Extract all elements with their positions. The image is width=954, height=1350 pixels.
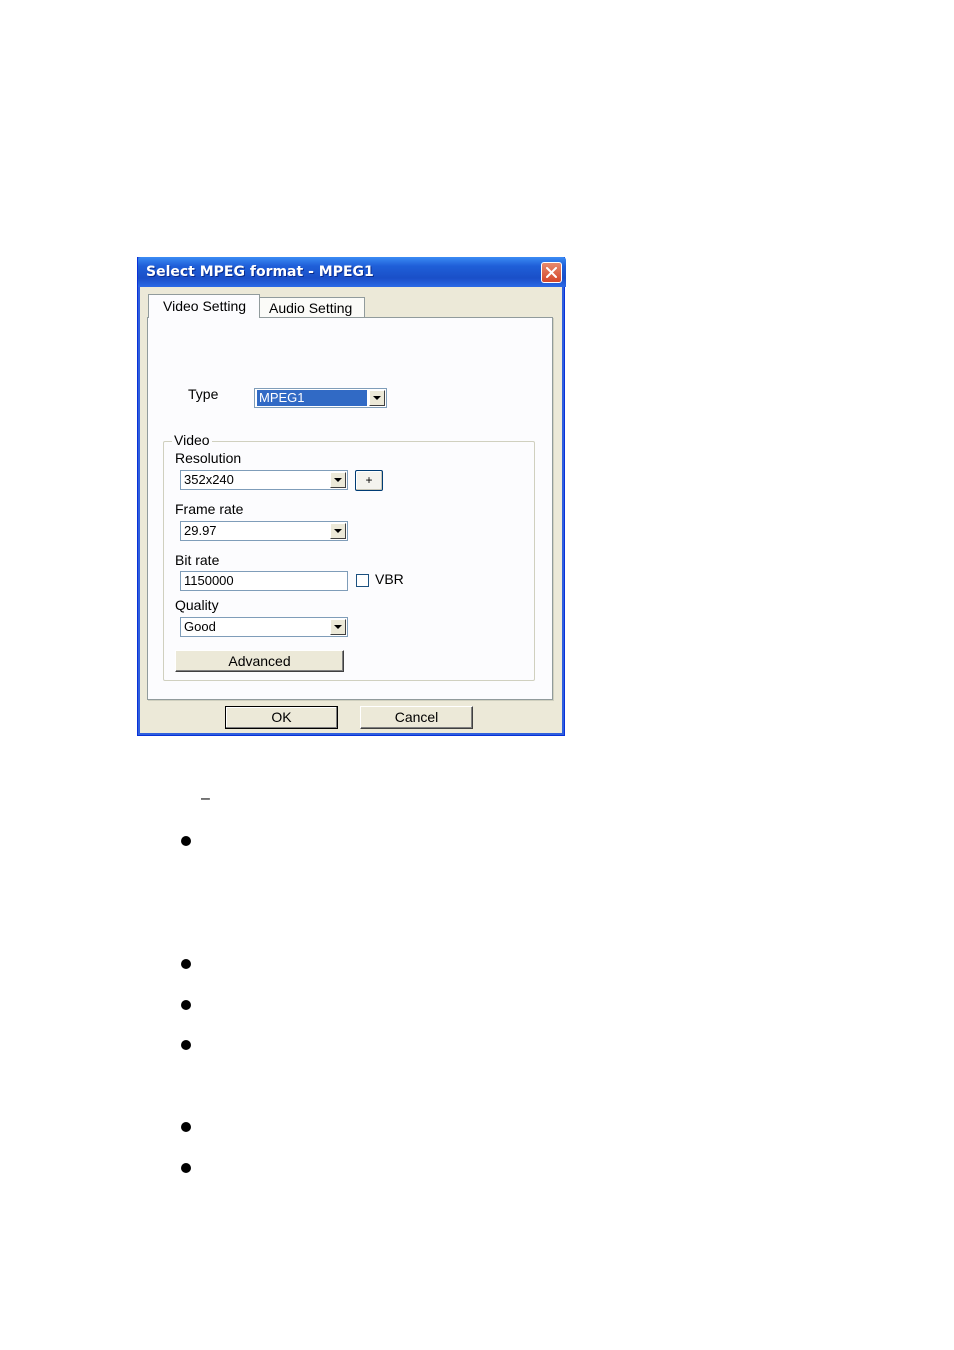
tab-audio-label: Audio Setting	[269, 300, 353, 316]
close-icon	[546, 267, 557, 278]
quality-label: Quality	[175, 597, 219, 613]
framerate-select-value: 29.97	[184, 523, 217, 538]
bullet-3	[181, 1000, 191, 1010]
cancel-button-label: Cancel	[394, 709, 439, 725]
ok-button-label: OK	[271, 709, 292, 725]
framerate-label: Frame rate	[175, 501, 244, 517]
bullet-6	[181, 1163, 191, 1173]
type-select[interactable]: MPEG1	[254, 388, 387, 408]
dialog-title: Select MPEG format - MPEG1	[146, 264, 374, 280]
type-select-value: MPEG1	[257, 390, 367, 406]
quality-dropdown-button[interactable]	[330, 619, 346, 635]
bullet-2	[181, 959, 191, 969]
chevron-down-icon	[334, 625, 342, 629]
bullet-1	[181, 836, 191, 846]
close-button[interactable]	[541, 262, 562, 283]
quality-select-value: Good	[184, 619, 216, 634]
bullet-4	[181, 1040, 191, 1050]
dash-mark: –	[201, 790, 210, 807]
tab-video-label: Video Setting	[163, 298, 247, 314]
bitrate-input[interactable]: 1150000	[180, 571, 348, 591]
resolution-select[interactable]: 352x240	[180, 470, 348, 490]
framerate-dropdown-button[interactable]	[330, 523, 346, 539]
advanced-button[interactable]: Advanced	[175, 650, 344, 672]
title-bar[interactable]: Select MPEG format - MPEG1	[138, 257, 566, 287]
cancel-button[interactable]: Cancel	[360, 706, 473, 729]
video-group-title: Video	[172, 432, 212, 448]
ok-button[interactable]: OK	[225, 706, 338, 729]
bitrate-input-value: 1150000	[184, 573, 234, 588]
resolution-select-value: 352x240	[184, 472, 234, 487]
chevron-down-icon	[373, 396, 381, 400]
tab-audio-setting[interactable]: Audio Setting	[260, 297, 365, 318]
resolution-dropdown-button[interactable]	[330, 472, 346, 488]
resolution-label: Resolution	[175, 450, 242, 466]
type-dropdown-button[interactable]	[369, 390, 385, 406]
quality-select[interactable]: Good	[180, 617, 348, 637]
advanced-button-label: Advanced	[228, 653, 291, 669]
bullet-5	[181, 1122, 191, 1132]
bitrate-label: Bit rate	[175, 552, 220, 568]
tab-video-setting[interactable]: Video Setting	[148, 294, 260, 318]
chevron-down-icon	[334, 529, 342, 533]
chevron-down-icon	[334, 478, 342, 482]
type-label: Type	[188, 386, 219, 402]
add-resolution-button[interactable]: +	[355, 470, 383, 491]
vbr-label: VBR	[375, 571, 404, 587]
add-resolution-label: +	[365, 473, 373, 487]
mpeg-format-dialog: Select MPEG format - MPEG1 Video Setting…	[137, 257, 566, 736]
vbr-checkbox[interactable]	[356, 574, 369, 587]
framerate-select[interactable]: 29.97	[180, 521, 348, 541]
